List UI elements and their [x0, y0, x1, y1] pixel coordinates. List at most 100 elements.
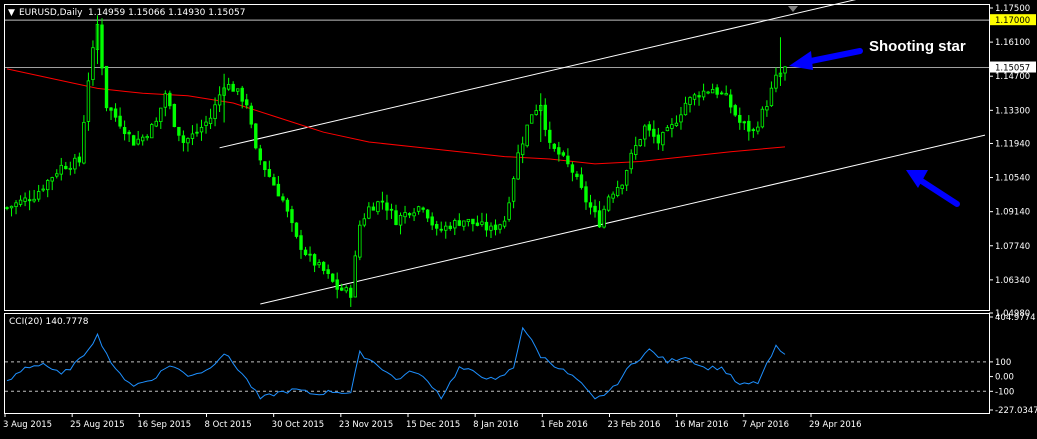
candle: [55, 169, 59, 179]
trading-chart[interactable]: ▼ EURUSD,Daily 1.14959 1.15066 1.14930 1…: [0, 0, 1037, 439]
candle-body: [774, 74, 778, 89]
candle: [258, 144, 263, 165]
candle-body: [285, 199, 290, 212]
candle: [624, 169, 629, 191]
candle-body: [312, 254, 317, 266]
candle-body: [272, 177, 276, 186]
candle-body: [701, 90, 706, 98]
candle: [299, 229, 303, 259]
candle: [204, 115, 208, 134]
candle: [23, 192, 27, 207]
candle: [516, 144, 520, 180]
candle: [435, 220, 439, 236]
candle-body: [371, 206, 376, 211]
candle-body: [403, 212, 407, 218]
candle-body: [245, 99, 249, 106]
time-tick-label: 15 Dec 2015: [406, 420, 460, 430]
candle-body: [208, 117, 213, 125]
candle: [330, 273, 335, 283]
candle-body: [231, 83, 235, 92]
chart-menu-icon[interactable]: ▼: [8, 8, 15, 18]
candle: [113, 103, 118, 122]
candle: [683, 96, 688, 116]
candle-body: [330, 273, 335, 282]
time-tick-label: 23 Feb 2016: [608, 420, 661, 430]
candle-body: [715, 87, 719, 95]
candle: [566, 148, 570, 168]
price-tick-label: 1.10540: [995, 174, 1030, 184]
candle: [27, 190, 32, 211]
candle-body: [742, 121, 746, 124]
candle-body: [670, 124, 674, 129]
candle: [430, 212, 434, 231]
candle-body: [118, 115, 122, 127]
candle-body: [14, 202, 18, 208]
time-tick-label: 1 Feb 2016: [540, 420, 588, 430]
candle-body: [611, 193, 615, 199]
candle: [376, 200, 380, 215]
candle-body: [665, 127, 670, 132]
candle: [661, 131, 665, 152]
indicator-panel-frame: [4, 313, 990, 414]
candle-body: [466, 218, 471, 222]
candle: [679, 106, 683, 130]
candle: [64, 161, 68, 170]
candle: [692, 92, 697, 106]
candle-body: [593, 205, 597, 213]
time-tick-label: 29 Apr 2016: [809, 420, 862, 430]
candle-body: [534, 110, 538, 115]
candle-body: [226, 84, 231, 90]
candle: [738, 107, 742, 130]
candle-body: [213, 104, 217, 120]
candle: [109, 107, 113, 120]
candle-body: [154, 120, 158, 127]
channel-lower-line: [260, 134, 986, 305]
candle: [263, 161, 267, 177]
candle: [724, 85, 728, 96]
candle: [317, 259, 321, 269]
candle-body: [525, 124, 529, 147]
candle-body: [760, 108, 765, 128]
candle: [421, 206, 425, 213]
candle: [760, 106, 765, 129]
candle-body: [548, 129, 552, 143]
candle: [575, 171, 579, 180]
candle-body: [335, 279, 339, 290]
candle-body: [697, 95, 701, 98]
candle: [416, 205, 421, 215]
candle: [701, 83, 706, 101]
candle: [412, 208, 416, 222]
candle-body: [308, 253, 312, 256]
candle: [638, 138, 642, 147]
symbol-label: EURUSD,Daily: [19, 8, 83, 18]
candle: [235, 88, 240, 96]
candle-body: [82, 121, 86, 164]
candle-body: [186, 138, 190, 144]
candle: [529, 114, 534, 124]
candle-body: [267, 169, 272, 177]
candle-body: [276, 183, 281, 197]
candle-body: [480, 221, 484, 225]
candle: [733, 103, 737, 117]
cci-tick-label: 0.00: [995, 373, 1014, 383]
candle-body: [511, 178, 516, 202]
candle: [77, 152, 82, 167]
candle: [602, 205, 606, 229]
candle-body: [751, 129, 756, 132]
candle: [358, 220, 362, 261]
time-tick-label: 16 Sep 2015: [137, 420, 191, 430]
candle: [715, 84, 719, 99]
candle: [190, 125, 195, 146]
time-tick-label: 25 Aug 2015: [70, 420, 124, 430]
price-tick-label: 1.06340: [995, 276, 1030, 286]
candle: [570, 161, 575, 182]
candle: [597, 201, 602, 228]
candle: [367, 202, 371, 220]
candle: [118, 107, 122, 129]
candle: [584, 181, 588, 210]
candle: [231, 81, 235, 92]
candle-body: [729, 94, 733, 108]
candle-body: [299, 235, 303, 250]
candle-body: [177, 126, 181, 136]
candle-body: [127, 131, 131, 135]
